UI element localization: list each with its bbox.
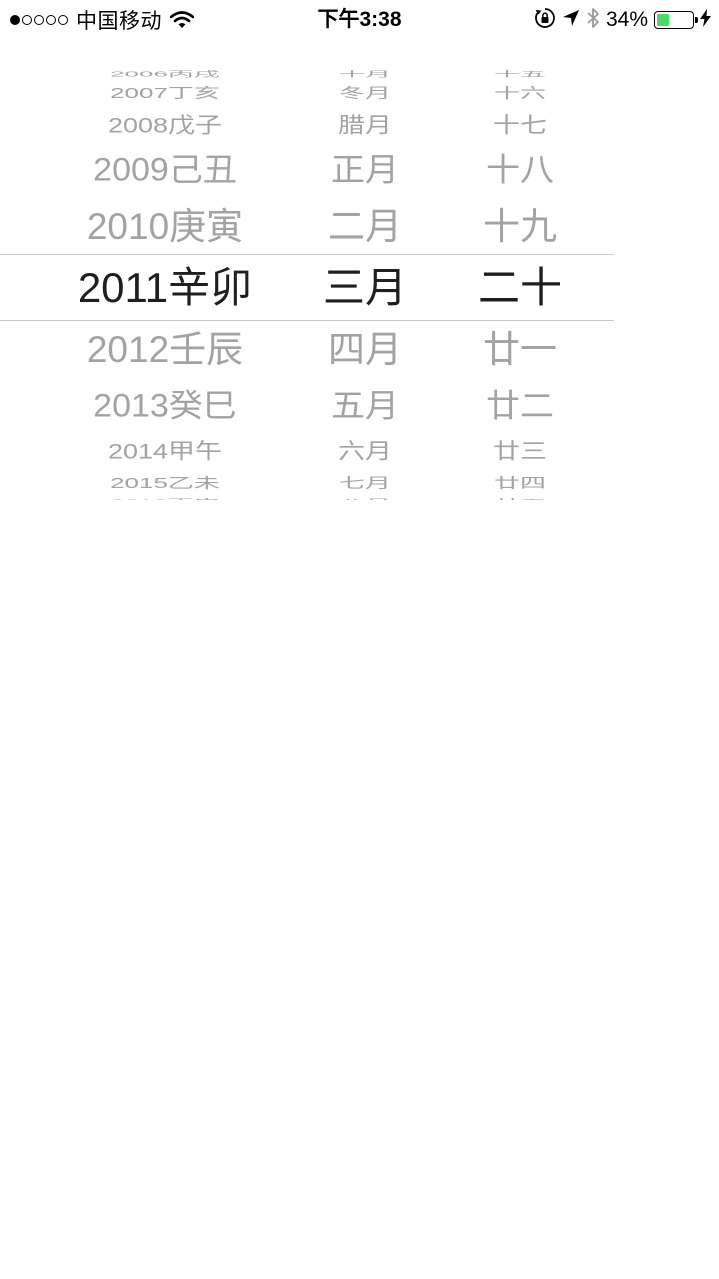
month-option[interactable]: 七月 bbox=[290, 476, 440, 490]
month-option[interactable]: 四月 bbox=[290, 331, 440, 368]
year-wheel[interactable]: 2006丙戌 2007丁亥 2008戊子 2009己丑 2010庚寅 2011辛卯 2012… bbox=[40, 66, 290, 500]
bluetooth-icon bbox=[586, 6, 600, 35]
location-arrow-icon bbox=[562, 9, 580, 32]
month-option[interactable]: 八月 bbox=[290, 498, 440, 500]
year-option[interactable]: 2014甲午 bbox=[40, 440, 290, 462]
month-option-selected[interactable]: 三月 bbox=[290, 267, 440, 309]
year-option[interactable]: 2007丁亥 bbox=[40, 86, 290, 100]
battery-icon bbox=[654, 11, 698, 29]
day-option[interactable]: 十九 bbox=[440, 208, 600, 245]
battery-percentage: 34% bbox=[605, 8, 648, 31]
status-bar: 中国移动 下午3:38 34% bbox=[0, 0, 719, 40]
selection-top-divider bbox=[0, 254, 614, 255]
month-option[interactable]: 冬月 bbox=[290, 86, 440, 100]
year-option[interactable]: 2008戊子 bbox=[40, 114, 290, 136]
year-option[interactable]: 2013癸巳 bbox=[40, 390, 290, 422]
month-option[interactable]: 正月 bbox=[290, 154, 440, 186]
year-option[interactable]: 2009己丑 bbox=[40, 154, 290, 186]
month-wheel[interactable]: 十月冬月腊月正月二月三月四月五月六月七月八月 bbox=[290, 66, 440, 500]
day-option[interactable]: 十八 bbox=[440, 154, 600, 186]
selection-bottom-divider bbox=[0, 320, 614, 321]
status-right: 34% bbox=[534, 6, 711, 34]
year-option[interactable]: 2016丙申 bbox=[40, 498, 290, 500]
day-option[interactable]: 廿四 bbox=[440, 476, 600, 490]
year-option[interactable]: 2010庚寅 bbox=[40, 208, 290, 245]
day-option[interactable]: 十五 bbox=[440, 70, 600, 77]
year-option[interactable]: 2012壬辰 bbox=[40, 331, 290, 368]
lunar-date-picker[interactable]: 2006丙戌 2007丁亥 2008戊子 2009己丑 2010庚寅 2011辛卯 2012… bbox=[0, 66, 614, 500]
month-option[interactable]: 二月 bbox=[290, 208, 440, 245]
day-option[interactable]: 廿一 bbox=[440, 331, 600, 368]
charging-bolt-icon bbox=[700, 8, 711, 32]
year-option[interactable]: 2006丙戌 bbox=[40, 70, 290, 77]
year-option-selected[interactable]: 2011辛卯 bbox=[40, 267, 290, 309]
day-option-selected[interactable]: 二十 bbox=[440, 267, 600, 309]
day-wheel[interactable]: 十五十六十七十八十九二十廿一廿二廿三廿四廿五 bbox=[440, 66, 600, 500]
day-option[interactable]: 廿五 bbox=[440, 498, 600, 500]
month-option[interactable]: 五月 bbox=[290, 390, 440, 422]
month-option[interactable]: 腊月 bbox=[290, 114, 440, 136]
month-option[interactable]: 十月 bbox=[290, 70, 440, 77]
year-option[interactable]: 2015乙未 bbox=[40, 476, 290, 490]
day-option[interactable]: 十七 bbox=[440, 114, 600, 136]
day-option[interactable]: 廿三 bbox=[440, 440, 600, 462]
battery-nub bbox=[695, 17, 698, 23]
battery-level-fill bbox=[657, 14, 669, 26]
day-option[interactable]: 十六 bbox=[440, 86, 600, 100]
month-option[interactable]: 六月 bbox=[290, 440, 440, 462]
day-option[interactable]: 廿二 bbox=[440, 390, 600, 422]
orientation-lock-icon bbox=[534, 7, 556, 34]
